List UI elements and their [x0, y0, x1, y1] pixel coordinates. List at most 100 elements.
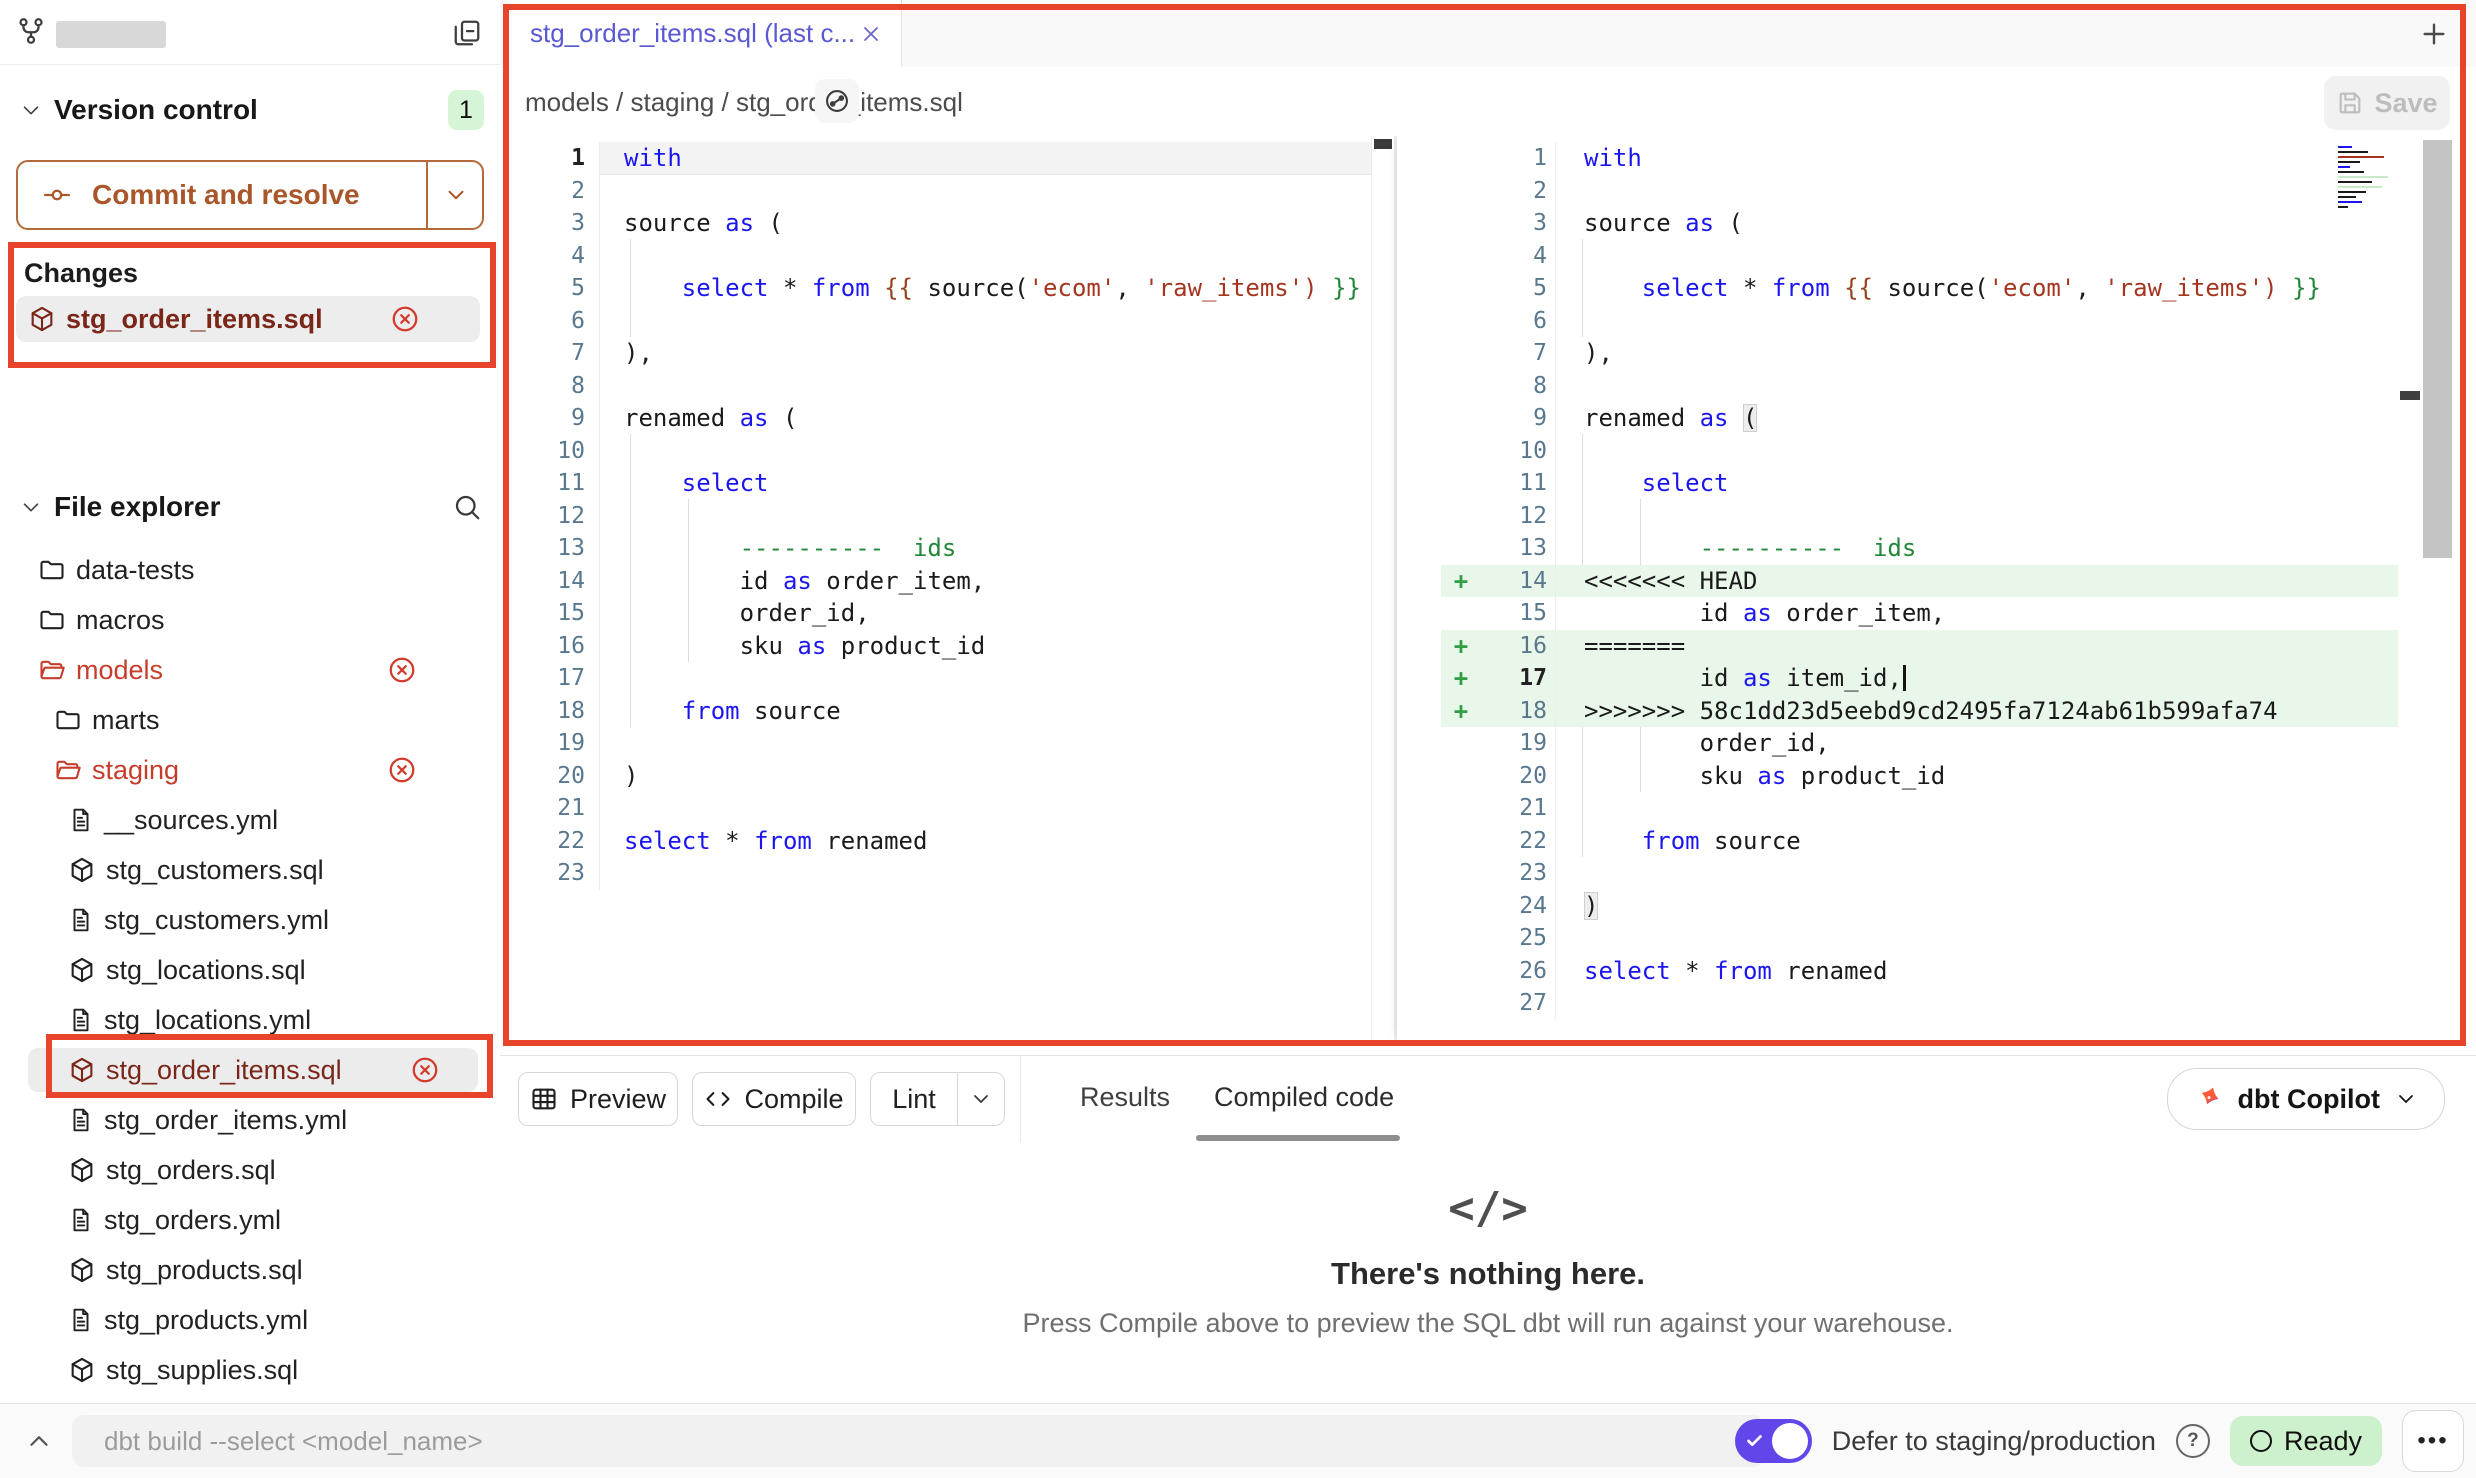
code-line[interactable]: 4	[509, 240, 1371, 273]
compile-button[interactable]: Compile	[692, 1072, 856, 1126]
code-line[interactable]: 18 from source	[509, 695, 1371, 728]
code-line[interactable]: +17 id as item_id,	[1397, 662, 2398, 695]
code-line[interactable]: +18>>>>>>> 58c1dd23d5eebd9cd2495fa7124ab…	[1397, 695, 2398, 728]
code-line[interactable]: 17	[509, 662, 1371, 695]
code-line[interactable]: 23	[1397, 857, 2398, 890]
search-icon[interactable]	[452, 492, 482, 522]
file-explorer-section-header[interactable]: File explorer	[0, 480, 500, 534]
file-row[interactable]: stg_order_items.yml	[0, 1095, 500, 1145]
file-row[interactable]: stg_orders.sql	[0, 1145, 500, 1195]
file-row[interactable]: __sources.yml	[0, 795, 500, 845]
code-line[interactable]: 27	[1397, 987, 2398, 1020]
code-line[interactable]: 12	[1397, 500, 2398, 533]
file-row[interactable]: data-tests	[0, 545, 500, 595]
commit-dropdown-chevron-icon[interactable]	[443, 182, 469, 208]
file-row[interactable]: staging	[0, 745, 500, 795]
commit-and-resolve-button[interactable]: Commit and resolve	[16, 160, 484, 230]
file-row[interactable]: stg_customers.yml	[0, 895, 500, 945]
tab-results[interactable]: Results	[1080, 1082, 1170, 1113]
defer-toggle[interactable]	[1735, 1419, 1812, 1463]
code-line[interactable]: 15 id as order_item,	[1397, 597, 2398, 630]
file-row[interactable]: models	[0, 645, 500, 695]
code-line[interactable]: 26select * from renamed	[1397, 955, 2398, 988]
code-line[interactable]: 5 select * from {{ source('ecom', 'raw_i…	[509, 272, 1371, 305]
discard-change-icon[interactable]	[410, 1055, 440, 1085]
file-row[interactable]: stg_products.yml	[0, 1295, 500, 1345]
dbt-copilot-button[interactable]: dbt Copilot	[2167, 1068, 2445, 1130]
code-line[interactable]: 9renamed as (	[509, 402, 1371, 435]
right-scrollbar-thumb[interactable]	[2423, 140, 2452, 558]
discard-change-icon[interactable]	[387, 755, 417, 785]
changed-file-row[interactable]: stg_order_items.sql	[16, 296, 480, 342]
code-line[interactable]: 5 select * from {{ source('ecom', 'raw_i…	[1397, 272, 2398, 305]
file-row[interactable]: stg_orders.yml	[0, 1195, 500, 1245]
code-line[interactable]: +14<<<<<<< HEAD	[1397, 565, 2398, 598]
file-row[interactable]: stg_products.sql	[0, 1245, 500, 1295]
version-control-section-header[interactable]: Version control 1	[0, 85, 500, 135]
tab-stg-order-items[interactable]: stg_order_items.sql (last c...	[509, 0, 902, 67]
code-line[interactable]: 21	[509, 792, 1371, 825]
code-line[interactable]: 16 sku as product_id	[509, 630, 1371, 663]
more-options-button[interactable]: •••	[2402, 1410, 2464, 1472]
code-line[interactable]: 7),	[509, 337, 1371, 370]
code-line[interactable]: 25	[1397, 922, 2398, 955]
code-line[interactable]: 8	[509, 370, 1371, 403]
code-line[interactable]: 8	[1397, 370, 2398, 403]
left-pane-scrollbar[interactable]	[1371, 136, 1395, 1043]
file-row[interactable]: stg_locations.yml	[0, 995, 500, 1045]
code-pane-right[interactable]: 1with23source as (45 select * from {{ so…	[1397, 136, 2398, 1043]
lint-label[interactable]: Lint	[871, 1073, 958, 1125]
code-line[interactable]: 14 id as order_item,	[509, 565, 1371, 598]
code-line[interactable]: 3source as (	[509, 207, 1371, 240]
lint-dropdown-chevron-icon[interactable]	[958, 1073, 1004, 1125]
code-line[interactable]: 6	[509, 305, 1371, 338]
discard-change-icon[interactable]	[387, 655, 417, 685]
file-row[interactable]: macros	[0, 595, 500, 645]
code-line[interactable]: 2	[1397, 175, 2398, 208]
code-line[interactable]: 2	[509, 175, 1371, 208]
code-line[interactable]: 20 sku as product_id	[1397, 760, 2398, 793]
code-line[interactable]: +16=======	[1397, 630, 2398, 663]
code-line[interactable]: 19	[509, 727, 1371, 760]
code-line[interactable]: 13 ---------- ids	[509, 532, 1371, 565]
minimap[interactable]	[2336, 143, 2394, 251]
lint-split-button[interactable]: Lint	[870, 1072, 1005, 1126]
expand-panel-chevron-icon[interactable]	[24, 1426, 54, 1456]
code-line[interactable]: 22select * from renamed	[509, 825, 1371, 858]
code-line[interactable]: 22 from source	[1397, 825, 2398, 858]
save-button[interactable]: Save	[2324, 76, 2450, 130]
code-line[interactable]: 10	[509, 435, 1371, 468]
code-line[interactable]: 24)	[1397, 890, 2398, 923]
lineage-icon[interactable]	[815, 79, 859, 123]
code-line[interactable]: 13 ---------- ids	[1397, 532, 2398, 565]
code-line[interactable]: 4	[1397, 240, 2398, 273]
copy-files-icon[interactable]	[452, 18, 482, 48]
close-tab-icon[interactable]	[859, 22, 883, 46]
code-pane-left[interactable]: 1with23source as (45 select * from {{ so…	[509, 136, 1371, 1043]
code-line[interactable]: 3source as (	[1397, 207, 2398, 240]
discard-change-icon[interactable]	[390, 304, 420, 334]
file-row[interactable]: marts	[0, 695, 500, 745]
preview-button[interactable]: Preview	[518, 1072, 678, 1126]
file-row[interactable]: stg_locations.sql	[0, 945, 500, 995]
code-line[interactable]: 12	[509, 500, 1371, 533]
code-line[interactable]: 9renamed as (	[1397, 402, 2398, 435]
code-line[interactable]: 6	[1397, 305, 2398, 338]
code-line[interactable]: 1with	[509, 142, 1371, 175]
tab-compiled-code[interactable]: Compiled code	[1214, 1082, 1394, 1113]
code-line[interactable]: 19 order_id,	[1397, 727, 2398, 760]
file-row[interactable]: stg_supplies.sql	[0, 1345, 500, 1395]
code-line[interactable]: 7),	[1397, 337, 2398, 370]
help-icon[interactable]: ?	[2176, 1424, 2210, 1458]
code-line[interactable]: 1with	[1397, 142, 2398, 175]
code-line[interactable]: 20)	[509, 760, 1371, 793]
new-tab-icon[interactable]	[2418, 18, 2450, 50]
code-line[interactable]: 23	[509, 857, 1371, 890]
file-row[interactable]: stg_order_items.sql	[0, 1045, 500, 1095]
code-line[interactable]: 11 select	[509, 467, 1371, 500]
code-line[interactable]: 10	[1397, 435, 2398, 468]
command-input[interactable]: dbt build --select <model_name>	[72, 1415, 1765, 1467]
code-line[interactable]: 15 order_id,	[509, 597, 1371, 630]
file-row[interactable]: stg_customers.sql	[0, 845, 500, 895]
right-pane-scrollbar[interactable]	[2398, 136, 2423, 1043]
